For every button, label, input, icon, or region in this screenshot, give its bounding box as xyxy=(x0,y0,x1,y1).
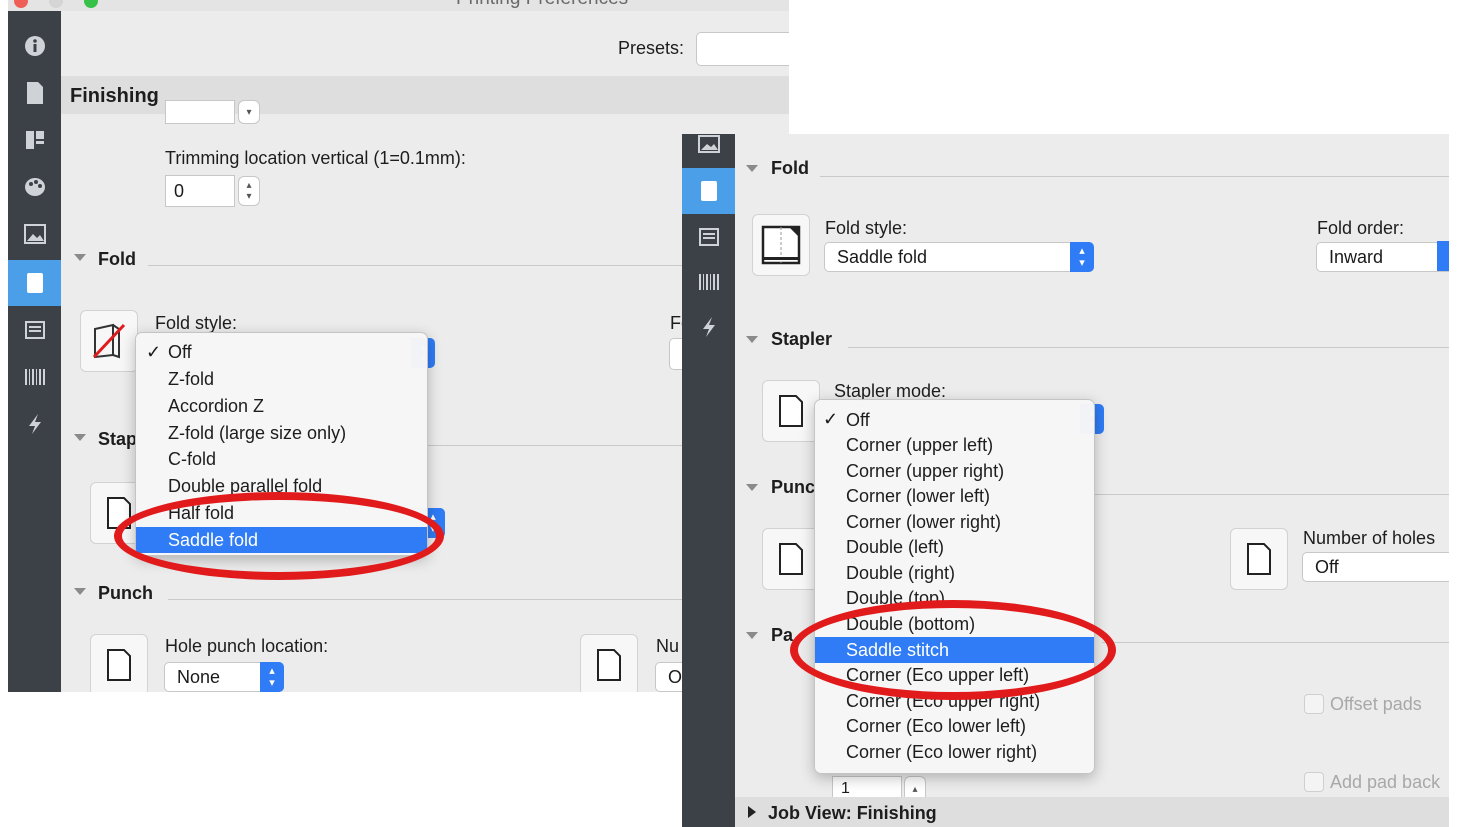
number-holes-select[interactable]: Off xyxy=(1302,552,1449,582)
trimming-vertical-field[interactable]: 0 xyxy=(165,175,235,207)
hole-punch-preview xyxy=(762,528,820,590)
fold-order-arrows[interactable] xyxy=(1437,241,1449,271)
menu-item-corner-upper-right[interactable]: Corner (upper right) xyxy=(815,458,1094,484)
highlight-ring-saddle-fold xyxy=(114,492,444,580)
punch-disclosure-icon[interactable] xyxy=(74,588,86,595)
menu-item-corner-upper-left[interactable]: Corner (upper left) xyxy=(815,432,1094,458)
menu-item-off[interactable]: Off xyxy=(136,339,427,366)
number-holes-label: Nu xyxy=(656,636,680,656)
paper-tray-icon[interactable] xyxy=(682,214,735,260)
right-finishing-window: Fold Fold style: Saddle fold ▴ ▾ Fold orde… xyxy=(682,134,1449,827)
punch-header: Punc xyxy=(771,477,816,497)
job-view-bar[interactable]: Job View: Finishing xyxy=(735,797,1449,827)
menu-item-off[interactable]: Off xyxy=(815,407,1094,433)
menu-item-z-fold-large[interactable]: Z-fold (large size only) xyxy=(136,420,427,447)
punch-header: Punch xyxy=(98,583,154,603)
pad-divider xyxy=(1102,642,1449,643)
add-pad-back-label: Add pad back xyxy=(1330,772,1441,792)
pad-disclosure-icon[interactable] xyxy=(746,632,758,639)
close-window-button[interactable] xyxy=(14,0,28,8)
menu-item-accordion-z[interactable]: Accordion Z xyxy=(136,393,427,420)
stapler-disclosure-icon[interactable] xyxy=(74,434,86,441)
menu-item-corner-lower-right[interactable]: Corner (lower right) xyxy=(815,509,1094,535)
add-pad-back-checkbox[interactable] xyxy=(1304,772,1324,792)
number-holes-preview xyxy=(1230,528,1288,590)
number-holes-preview xyxy=(580,634,638,692)
finishing-icon[interactable] xyxy=(682,168,735,214)
fold-style-label: Fold style: xyxy=(155,313,238,333)
fold-order-label: Fold order: xyxy=(1317,218,1405,238)
right-sidebar xyxy=(682,134,735,827)
fold-style-preview xyxy=(752,214,810,276)
pad-header: Pa xyxy=(771,625,794,645)
zoom-window-button[interactable] xyxy=(84,0,98,8)
fold-style-value: Saddle fold xyxy=(837,246,928,267)
hole-punch-preview xyxy=(90,634,148,692)
offset-pads-label: Offset pads xyxy=(1330,694,1422,714)
fold-style-preview xyxy=(80,310,138,372)
menu-item-double-right[interactable]: Double (right) xyxy=(815,560,1094,586)
info-icon[interactable] xyxy=(8,23,61,69)
menu-item-corner-eco-lower-right[interactable]: Corner (Eco lower right) xyxy=(815,739,1094,765)
saddle-fold-icon xyxy=(761,225,801,265)
presets-dropdown[interactable] xyxy=(696,32,789,66)
stapler-divider xyxy=(848,347,1449,348)
hole-punch-value: None xyxy=(177,666,221,687)
menu-item-double-left[interactable]: Double (left) xyxy=(815,534,1094,560)
highlight-ring-saddle-stitch xyxy=(790,600,1116,700)
title-bar: Printing Preferences xyxy=(8,0,789,11)
trimming-horizontal-field[interactable] xyxy=(165,100,235,124)
layout-icon[interactable] xyxy=(8,117,61,163)
trimming-vertical-label: Trimming location vertical (1=0.1mm): xyxy=(165,148,466,168)
fold-style-label: Fold style: xyxy=(825,218,908,238)
menu-item-c-fold[interactable]: C-fold xyxy=(136,446,427,473)
menu-item-z-fold[interactable]: Z-fold xyxy=(136,366,427,393)
fold-divider xyxy=(820,176,1449,177)
punch-disclosure-icon[interactable] xyxy=(746,484,758,491)
offset-pads-checkbox[interactable] xyxy=(1304,694,1324,714)
hole-punch-select[interactable]: None ▴ ▾ xyxy=(164,662,284,692)
paper-tray-icon[interactable] xyxy=(8,307,61,353)
fold-off-icon xyxy=(92,323,126,359)
menu-item-corner-eco-lower-left[interactable]: Corner (Eco lower left) xyxy=(815,713,1094,739)
fold-disclosure-icon[interactable] xyxy=(74,254,86,261)
job-view-label: Job View: Finishing xyxy=(768,803,937,823)
fold-header: Fold xyxy=(98,249,136,269)
presets-label: Presets: xyxy=(618,38,685,58)
fold-disclosure-icon[interactable] xyxy=(746,165,758,172)
left-printing-preferences-window: Printing Preferences Presets xyxy=(8,0,789,692)
image-icon[interactable] xyxy=(682,134,735,164)
image-icon[interactable] xyxy=(8,211,61,257)
job-view-disclosure-icon[interactable] xyxy=(748,806,756,818)
stapler-disclosure-icon[interactable] xyxy=(746,336,758,343)
barcode-icon[interactable] xyxy=(682,259,735,305)
fold-order-select[interactable]: Inward xyxy=(1316,242,1449,272)
window-title: Printing Preferences xyxy=(456,0,628,10)
hole-punch-label: Hole punch location: xyxy=(165,636,329,656)
quick-setup-icon[interactable] xyxy=(8,401,61,447)
left-sidebar xyxy=(8,11,61,692)
number-holes-value: Off xyxy=(1315,556,1339,577)
fold-order-value: Inward xyxy=(1329,246,1384,267)
minimize-window-button[interactable] xyxy=(49,0,63,8)
stapler-mode-menu: ✓ Off Corner (upper left) Corner (upper … xyxy=(814,399,1095,774)
document-icon[interactable] xyxy=(8,70,61,116)
barcode-icon[interactable] xyxy=(8,354,61,400)
palette-icon[interactable] xyxy=(8,164,61,210)
fold-header: Fold xyxy=(771,158,809,178)
trimming-horizontal-stepper[interactable]: ▾ xyxy=(238,100,260,124)
number-holes-label: Number of holes xyxy=(1303,528,1436,548)
finishing-icon[interactable] xyxy=(8,260,61,306)
menu-item-corner-lower-left[interactable]: Corner (lower left) xyxy=(815,483,1094,509)
stapler-header: Stap xyxy=(98,429,138,449)
fold-style-select[interactable]: Saddle fold ▴ ▾ xyxy=(824,242,1094,272)
section-title: Finishing xyxy=(70,85,159,107)
quick-setup-icon[interactable] xyxy=(682,304,735,350)
trimming-vertical-stepper[interactable]: ▴ ▾ xyxy=(238,176,260,206)
stapler-header: Stapler xyxy=(771,329,833,349)
stapler-preview xyxy=(762,380,820,442)
punch-divider xyxy=(1092,494,1449,495)
